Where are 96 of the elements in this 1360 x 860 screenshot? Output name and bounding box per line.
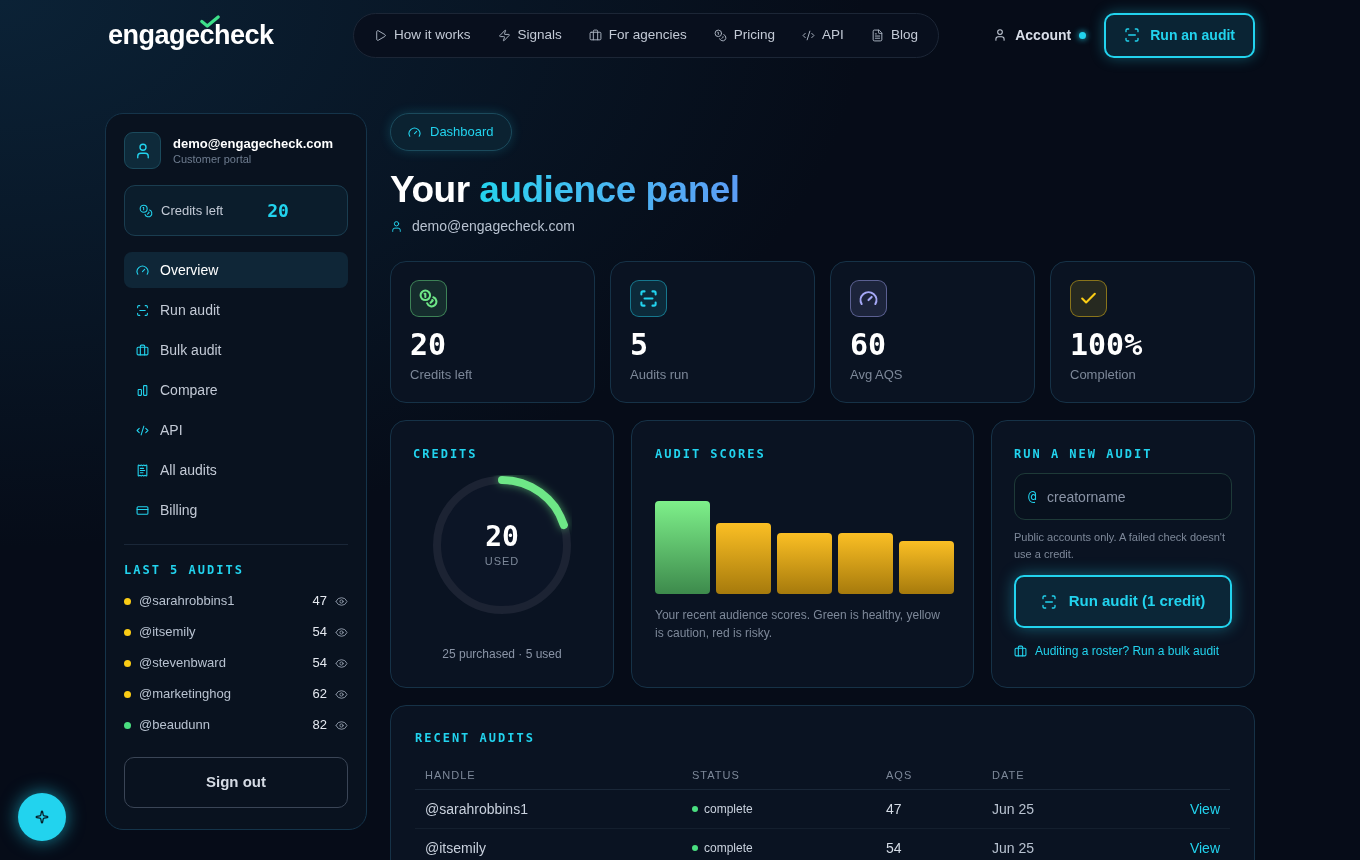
sidebar-nav-item[interactable]: Billing	[124, 492, 348, 528]
nav-link[interactable]: Signals	[497, 24, 562, 46]
section-heading: RECENT AUDITS	[415, 731, 536, 746]
stat-value: 20	[410, 327, 448, 363]
code-icon	[802, 28, 816, 42]
run-audit-button[interactable]: Run audit (1 credit)	[1014, 575, 1232, 628]
nav-link[interactable]: For agencies	[588, 24, 687, 46]
briefcase-icon	[136, 343, 149, 357]
ring-value: 20	[485, 520, 519, 553]
audit-handle[interactable]: @marketinghog	[139, 684, 231, 704]
code-icon	[136, 423, 149, 437]
view-link[interactable]: View	[1189, 837, 1220, 859]
section-heading: AUDIT SCORES	[655, 446, 767, 463]
scan-icon	[136, 303, 149, 317]
briefcase-icon	[1014, 644, 1027, 658]
run-audit-button[interactable]: Run an audit	[1104, 12, 1255, 58]
audit-score: 54	[312, 654, 327, 673]
sparkle-icon	[35, 810, 49, 824]
user-icon	[993, 28, 1008, 42]
nav-link[interactable]: Pricing	[713, 24, 776, 46]
audit-score: 62	[312, 685, 327, 704]
receipt-icon	[136, 463, 149, 477]
bulk-audit-link[interactable]: Auditing a roster? Run a bulk audit	[1035, 642, 1220, 660]
briefcase-icon	[588, 28, 602, 42]
audit-score: 82	[312, 716, 327, 735]
scan-icon	[1124, 27, 1141, 43]
sidebar-nav-item[interactable]: Compare	[124, 372, 348, 408]
gauge-icon	[136, 263, 149, 277]
chart-caption: Your recent audience scores. Green is healthy, yellow is caution, red is risky.	[655, 607, 941, 642]
credits-footer: 25 purchased · 5 used	[442, 645, 562, 663]
gauge-icon	[408, 125, 421, 139]
sidebar-nav-item[interactable]: Run audit	[124, 292, 348, 328]
table-cell-text: @itsemily	[425, 838, 487, 858]
lightning-icon	[497, 28, 511, 42]
sparkle-button[interactable]	[18, 793, 66, 841]
eye-icon[interactable]	[335, 718, 348, 732]
table-cell-text: 54	[886, 838, 903, 858]
stat-value: 100%	[1070, 327, 1144, 363]
nav-link[interactable]: Blog	[870, 24, 918, 46]
column-header: HANDLE	[425, 768, 477, 784]
sidebar-nav-item[interactable]: All audits	[124, 452, 348, 488]
audit-handle[interactable]: @stevenbward	[139, 653, 226, 673]
audit-score: 54	[312, 623, 327, 642]
section-heading: LAST 5 AUDITS	[124, 562, 245, 579]
sidebar-nav-item[interactable]: Bulk audit	[124, 332, 348, 368]
stat-label: Credits left	[410, 366, 474, 384]
nav-link[interactable]: How it works	[374, 24, 471, 46]
stat-value: 5	[630, 327, 650, 363]
stat-label: Avg AQS	[850, 366, 904, 384]
table-cell-text: Jun 25	[992, 838, 1036, 858]
table-cell-text: Jun 25	[992, 799, 1036, 819]
credit-card-icon	[136, 503, 149, 517]
user-role: Customer portal	[173, 151, 253, 167]
eye-icon[interactable]	[335, 625, 348, 639]
table-cell-text: 47	[886, 799, 903, 819]
column-header: DATE	[992, 768, 1026, 784]
eye-icon[interactable]	[335, 656, 348, 670]
nav-link[interactable]: API	[802, 24, 844, 46]
section-heading: RUN A NEW AUDIT	[1014, 446, 1154, 463]
dashboard-badge[interactable]: Dashboard	[390, 113, 512, 151]
logo-text[interactable]: engagecheck	[108, 21, 274, 49]
audit-score: 47	[312, 592, 327, 611]
status-text: complete	[704, 801, 753, 818]
audit-handle[interactable]: @sarahrobbins1	[139, 591, 235, 611]
at-prefix: @	[1028, 487, 1037, 505]
view-link[interactable]: View	[1189, 798, 1220, 820]
stat-label: Audits run	[630, 366, 690, 384]
ring-label: USED	[484, 553, 520, 569]
sidebar-nav-item[interactable]: API	[124, 412, 348, 448]
user-icon	[124, 132, 161, 169]
coins-icon	[713, 28, 727, 42]
scan-icon	[1040, 593, 1057, 610]
audit-handle[interactable]: @itsemily	[139, 622, 196, 642]
audit-handle[interactable]: @beaudunn	[139, 715, 211, 735]
eye-icon[interactable]	[335, 687, 348, 701]
credits-label: Credits left	[161, 201, 224, 220]
section-heading: CREDITS	[413, 446, 479, 463]
sidebar-nav-item[interactable]: Overview	[124, 252, 348, 288]
play-icon	[374, 28, 387, 42]
user-email: demo@engagecheck.com	[173, 134, 334, 152]
column-header: STATUS	[692, 768, 741, 784]
stat-label: Completion	[1070, 366, 1137, 384]
coins-icon	[139, 203, 153, 218]
status-text: complete	[704, 840, 753, 857]
column-header: AQS	[886, 768, 914, 784]
document-icon	[870, 28, 884, 42]
stat-value: 60	[850, 327, 888, 363]
user-icon	[390, 220, 403, 233]
account-link[interactable]: Account	[993, 24, 1072, 46]
credits-value: 20	[267, 199, 289, 223]
eye-icon[interactable]	[335, 594, 348, 608]
input-hint: Public accounts only. A failed check doesn't use a credit.	[1014, 530, 1227, 562]
bar-chart-icon	[136, 383, 149, 397]
sign-out-button[interactable]: Sign out	[124, 757, 348, 808]
user-email: demo@engagecheck.com	[412, 217, 575, 236]
table-cell-text: @sarahrobbins1	[425, 799, 529, 819]
